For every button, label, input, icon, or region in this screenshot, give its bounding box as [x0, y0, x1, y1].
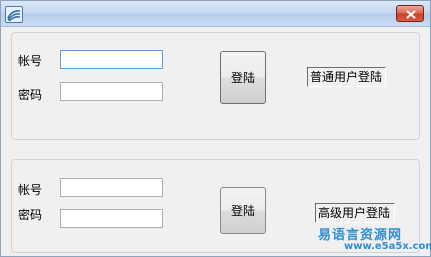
password-input[interactable] [60, 82, 163, 101]
normal-login-button[interactable]: 登陆 [220, 51, 266, 104]
account-label: 帐号 [18, 54, 43, 68]
normal-login-status: 普通用户登陆 [307, 67, 386, 87]
close-button[interactable] [396, 5, 424, 22]
close-icon [406, 10, 416, 19]
password-label-advanced: 密码 [18, 208, 43, 222]
password-input-advanced[interactable] [60, 209, 163, 228]
title-bar[interactable] [1, 1, 430, 27]
login-window: 帐号 密码 登陆 普通用户登陆 帐号 密码 登陆 高级用户登陆 易语言资源网 w… [0, 0, 431, 257]
password-label: 密码 [18, 88, 43, 102]
account-input[interactable] [60, 50, 163, 69]
account-input-advanced[interactable] [60, 178, 163, 197]
account-label-advanced: 帐号 [18, 183, 43, 197]
app-icon[interactable] [5, 6, 23, 23]
watermark-url: www.e5a5x.com [344, 241, 431, 252]
advanced-login-status: 高级用户登陆 [315, 203, 395, 223]
advanced-login-button[interactable]: 登陆 [220, 187, 266, 234]
